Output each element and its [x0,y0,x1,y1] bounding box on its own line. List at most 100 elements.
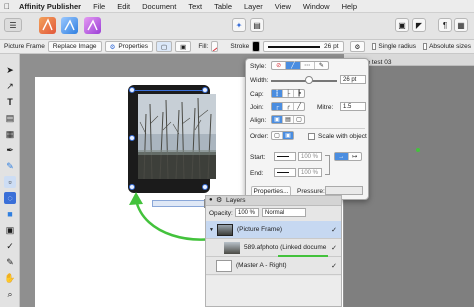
visibility-checkbox[interactable]: ✓ [331,226,337,234]
frame-text-tool-icon[interactable]: ▤ [4,112,16,124]
shape-tool-icon[interactable]: ■ [4,208,16,220]
layer-row-master[interactable]: (Master A - Right) ✓ [206,257,341,275]
fill-swatch[interactable] [211,41,219,52]
pen-tool-icon[interactable]: ✒ [4,144,16,156]
preview-mode-icon[interactable]: ◤ [412,18,426,32]
join-selector[interactable]: ┌ ╭ ╱ [271,102,305,111]
order-selector[interactable]: ▢ ▣ [271,131,294,140]
color-picker-tool-icon[interactable]: ✓ [4,240,16,252]
rectangle-frame-tool-icon[interactable]: ▫ [4,176,16,188]
view-tool-icon[interactable]: ✎ [4,256,16,268]
width-label: Width: [250,77,269,84]
selection-handle-middle-left[interactable] [129,135,135,141]
artistic-text-tool-icon[interactable]: T [4,96,16,108]
publisher-persona-icon[interactable] [39,17,56,34]
blend-mode-dropdown[interactable]: Normal [262,208,306,217]
start-arrowhead-dropdown[interactable] [274,152,296,161]
menu-layer[interactable]: Layer [244,2,263,11]
menu-file[interactable]: File [93,2,105,11]
arrowhead-extend-icon[interactable]: → [335,153,349,160]
menu-window[interactable]: Window [303,2,330,11]
stroke-panel: Style: ⊘ ╱ ⋯ ✎ Width: 26 pt Cap: ┇ ├ ┣ J… [245,58,369,200]
picture-frame-tool-icon[interactable]: ◌ [4,192,16,204]
cap-selector[interactable]: ┇ ├ ┣ [271,89,305,98]
zoom-tool-icon[interactable]: ⌕ [4,288,16,300]
end-arrowhead-dropdown[interactable] [274,168,296,177]
miter-join-icon[interactable]: ┌ [272,103,283,110]
single-radius-checkbox[interactable] [372,43,377,50]
visibility-checkbox[interactable]: ✓ [331,262,337,270]
view-mode-icon[interactable]: ▤ [250,18,264,32]
stroke-settings-icon[interactable]: ⚙ [349,41,366,52]
align-center-icon[interactable]: ▣ [272,116,283,123]
place-image-icon[interactable]: ✦ [232,18,246,32]
snapping-icon[interactable]: ▣ [395,18,409,32]
opacity-field[interactable]: 100 % [235,208,259,217]
apple-icon[interactable]:  [4,2,10,11]
frame-scale-icon[interactable]: ▣ [175,41,192,52]
width-slider-knob[interactable] [305,76,313,84]
menu-toggle-icon[interactable]: ☰ [4,18,22,32]
stroke-width-value: 26 pt [324,43,339,50]
no-stroke-icon[interactable]: ⊘ [272,62,287,69]
stroke-front-icon[interactable]: ▣ [283,132,293,139]
width-field[interactable]: 26 pt [340,75,366,84]
start-scale-field[interactable]: 100 % [298,152,322,161]
bevel-join-icon[interactable]: ╱ [294,103,304,110]
arrowhead-inside-icon[interactable]: ↦ [349,153,362,160]
align-selector[interactable]: ▣ ▤ ▢ [271,115,305,124]
stroke-behind-icon[interactable]: ▢ [272,132,283,139]
arrowhead-align-selector[interactable]: → ↦ [334,152,362,161]
hidden-characters-icon[interactable]: ¶ [438,18,452,32]
style-label: Style: [250,63,267,70]
scale-with-object-checkbox[interactable] [308,133,315,140]
designer-persona-icon[interactable] [84,17,101,34]
guides-icon[interactable]: ▦ [454,18,468,32]
align-outside-icon[interactable]: ▢ [294,116,304,123]
round-join-icon[interactable]: ╭ [283,103,294,110]
move-tool-icon[interactable]: ➤ [4,64,16,76]
absolute-sizes-checkbox[interactable] [423,43,428,50]
link-scale-icon[interactable] [325,155,330,175]
layer-row-picture-frame[interactable]: ▼ (Picture Frame) ✓ [206,221,341,239]
menu-edit[interactable]: Edit [117,2,130,11]
square-cap-icon[interactable]: ┣ [294,90,304,97]
texture-line-icon[interactable]: ✎ [315,62,328,69]
stroke-swatch[interactable] [252,41,261,52]
place-image-tool-icon[interactable]: ▣ [4,224,16,236]
visibility-checkbox[interactable]: ✓ [331,244,337,252]
table-tool-icon[interactable]: ▦ [4,128,16,140]
menu-app-name[interactable]: Affinity Publisher [19,2,81,11]
selection-handle-top-middle[interactable] [202,87,208,93]
solid-line-icon[interactable]: ╱ [286,62,301,69]
stroke-width-control[interactable]: 26 pt [263,41,344,52]
width-slider-track[interactable] [271,80,337,82]
pencil-tool-icon[interactable]: ✎ [4,160,16,172]
replace-image-button[interactable]: Replace Image [47,41,102,52]
frame-fit-icon[interactable]: ▢ [156,41,173,52]
layers-panel: ● ⚙ Layers Opacity: 100 % Normal ▼ (Pict… [205,195,342,307]
pressure-graph[interactable] [325,186,363,195]
mitre-field[interactable]: 1.5 [340,102,366,111]
layers-tab[interactable]: Layers [226,197,246,204]
end-scale-field[interactable]: 100 % [298,168,322,177]
menu-text[interactable]: Text [188,2,202,11]
menu-view[interactable]: View [275,2,291,11]
menu-document[interactable]: Document [142,2,176,11]
menu-table[interactable]: Table [214,2,232,11]
node-tool-icon[interactable]: ↗ [4,80,16,92]
stroke-style-selector[interactable]: ⊘ ╱ ⋯ ✎ [271,61,329,70]
dashed-line-icon[interactable]: ⋯ [301,62,315,69]
menu-help[interactable]: Help [342,2,357,11]
align-inside-icon[interactable]: ▤ [283,116,294,123]
panel-settings-icon[interactable]: ⚙ [216,196,222,204]
selection-handle-top-left[interactable] [129,87,135,93]
layer-name: (Master A - Right) [236,262,287,269]
panel-close-icon[interactable]: ● [209,197,213,203]
properties-button[interactable]: ⚙ Properties [104,41,154,52]
butt-cap-icon[interactable]: ┇ [272,90,283,97]
expand-arrow-icon[interactable]: ▼ [209,227,214,233]
round-cap-icon[interactable]: ├ [283,90,294,97]
hand-tool-icon[interactable]: ✋ [4,272,16,284]
photo-persona-icon[interactable] [61,17,78,34]
